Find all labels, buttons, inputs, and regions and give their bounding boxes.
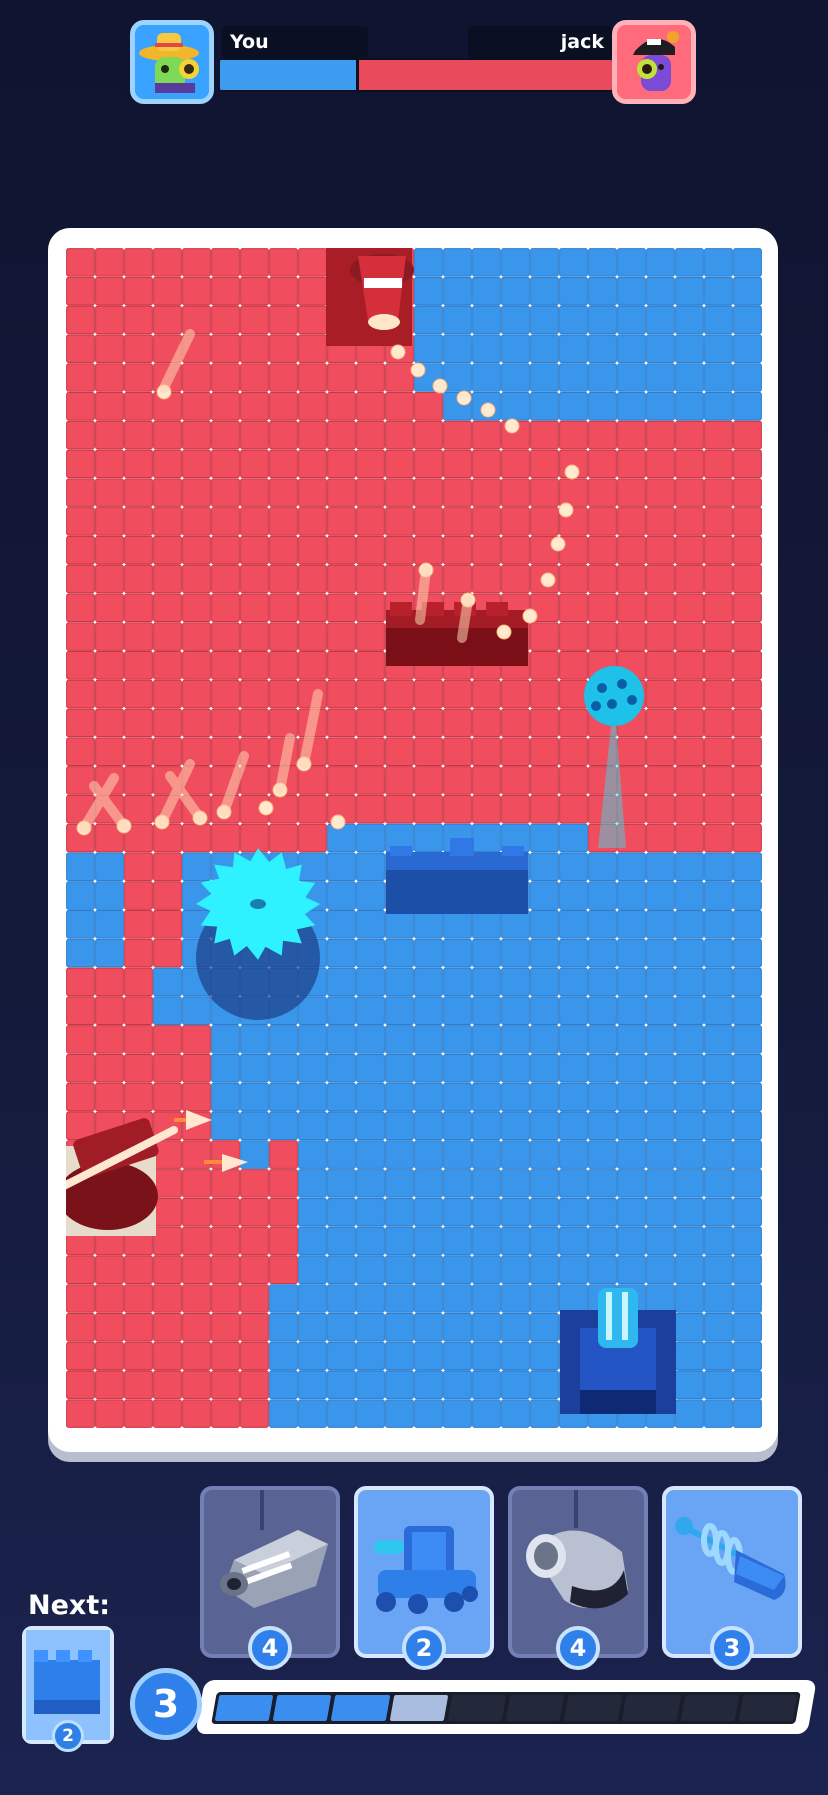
elixir-segment bbox=[389, 1695, 449, 1721]
cyan-saw-blade-unit bbox=[196, 848, 320, 1020]
red-cannon-unit bbox=[326, 248, 414, 346]
elixir-segment bbox=[447, 1695, 507, 1721]
card-laser-cannon-cost: 4 bbox=[248, 1626, 292, 1670]
card-mortar-cost: 4 bbox=[556, 1626, 600, 1670]
opponent-avatar bbox=[612, 20, 696, 104]
elixir-segment bbox=[505, 1695, 565, 1721]
card-tank-cost: 2 bbox=[402, 1626, 446, 1670]
arena-units bbox=[66, 248, 676, 1414]
next-card-cost: 2 bbox=[52, 1720, 84, 1752]
player-avatar bbox=[130, 20, 214, 104]
blue-turret-unit bbox=[560, 1288, 676, 1414]
elixir-segment bbox=[738, 1695, 798, 1721]
elixir-segment bbox=[622, 1695, 681, 1721]
arena-board[interactable] bbox=[66, 248, 762, 1428]
elixir-segment bbox=[563, 1695, 623, 1721]
elixir-segment bbox=[680, 1695, 740, 1721]
next-label: Next: bbox=[28, 1590, 111, 1621]
match-hud: You jack bbox=[0, 0, 828, 120]
elixir-count: 3 bbox=[152, 1682, 180, 1726]
elixir-segment bbox=[331, 1695, 390, 1721]
blue-spiked-ball-unit bbox=[584, 666, 644, 848]
elixir-segment bbox=[214, 1695, 274, 1721]
projectile-trail bbox=[76, 344, 580, 836]
elixir-segment bbox=[272, 1695, 332, 1721]
blue-wall-unit bbox=[386, 838, 528, 914]
opponent-name: jack bbox=[468, 26, 612, 58]
player-territory-fill bbox=[220, 60, 358, 90]
player-name: You bbox=[222, 26, 368, 58]
cactus-avatar-icon bbox=[135, 25, 209, 99]
projectile-streaks bbox=[79, 329, 473, 833]
territory-divider bbox=[356, 58, 360, 92]
opponent-territory-fill bbox=[357, 60, 612, 90]
cactus-cap-avatar-icon bbox=[617, 25, 691, 99]
red-crossbow-unit bbox=[66, 1110, 248, 1236]
card-spring-blaster-cost: 3 bbox=[710, 1626, 754, 1670]
elixir-bar bbox=[211, 1692, 801, 1724]
territory-bar bbox=[220, 58, 612, 92]
